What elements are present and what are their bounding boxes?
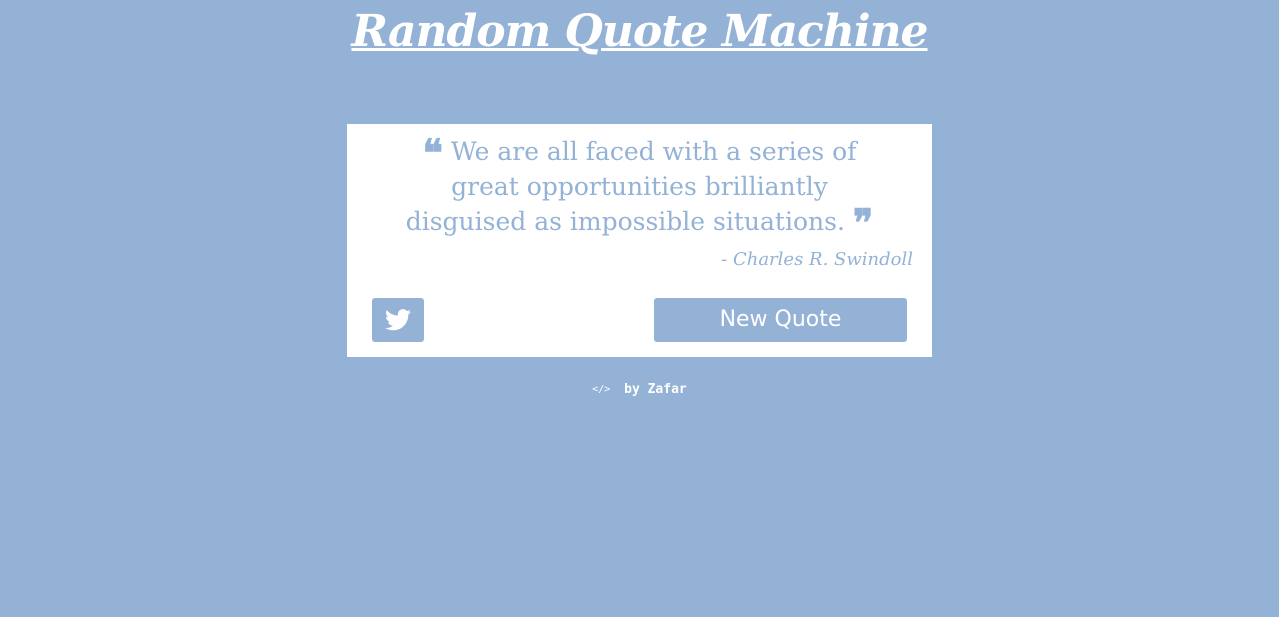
header: Random Quote Machine [0, 0, 1279, 60]
quote-right-icon: ❞ [852, 200, 874, 245]
page-title: Random Quote Machine [351, 6, 928, 57]
tweet-button[interactable] [372, 298, 424, 342]
quote-block: ❝ We are all faced with a series of grea… [387, 134, 892, 242]
new-quote-button[interactable]: New Quote [654, 298, 907, 342]
quote-author: - Charles R. Swindoll [721, 249, 913, 270]
footer: </> by Zafar [0, 380, 1279, 400]
quote-card: ❝ We are all faced with a series of grea… [347, 124, 932, 357]
quote-text: We are all faced with a series of great … [405, 137, 857, 236]
quote-left-icon: ❝ [422, 130, 443, 175]
code-icon: </> [592, 384, 611, 395]
footer-credit[interactable]: by Zafar [624, 382, 687, 397]
twitter-icon [385, 309, 411, 331]
